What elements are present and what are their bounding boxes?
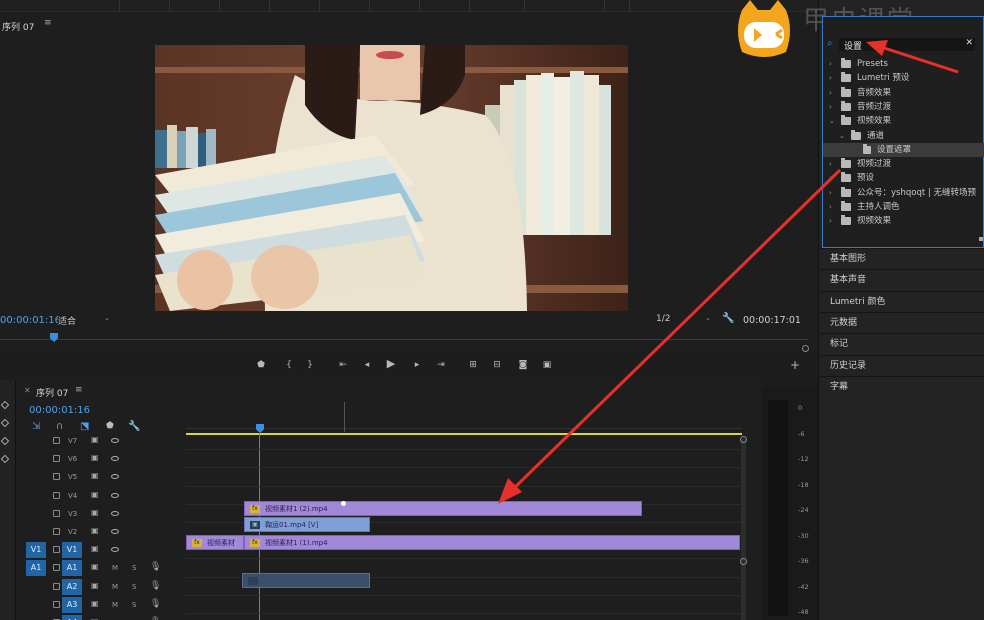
annotation-arrow bbox=[506, 168, 842, 496]
annotation-arrows bbox=[498, 40, 959, 504]
annotation-arrow bbox=[877, 44, 959, 74]
arrowhead-icon bbox=[866, 40, 888, 56]
